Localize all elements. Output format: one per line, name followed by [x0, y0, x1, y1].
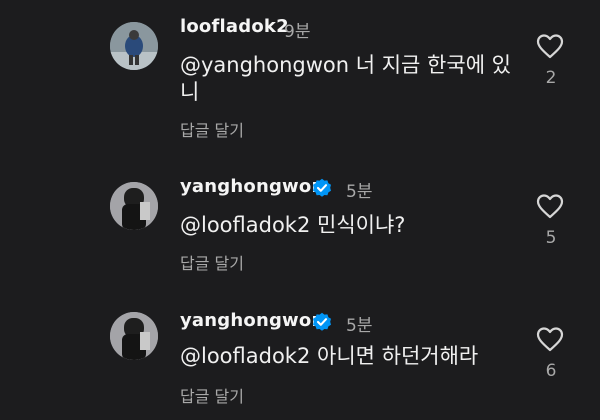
comment-time: 5분	[346, 182, 373, 202]
like-heart-icon[interactable]	[536, 193, 564, 219]
avatar-image	[110, 182, 158, 230]
comment-username[interactable]: yanghongwon	[180, 176, 324, 197]
like-count: 6	[545, 361, 557, 381]
verified-badge-icon	[313, 178, 331, 197]
comment-username[interactable]: yanghongwon	[180, 310, 324, 331]
reply-button[interactable]: 답글 달기	[180, 383, 244, 407]
comment-username[interactable]: loofladok2	[180, 16, 289, 37]
avatar-image	[110, 312, 158, 360]
reply-button[interactable]: 답글 달기	[180, 250, 244, 274]
like-count: 2	[545, 68, 557, 88]
reply-button[interactable]: 답글 달기	[180, 117, 244, 141]
comment-time: 5분	[346, 316, 373, 336]
verified-badge-icon	[313, 312, 331, 331]
comment-text: @loofladok2 민식이냐?	[180, 213, 406, 237]
avatar-image	[110, 22, 158, 70]
comment-time: 9분	[284, 22, 311, 42]
like-heart-icon[interactable]	[536, 326, 564, 352]
avatar[interactable]	[110, 182, 158, 230]
like-heart-icon[interactable]	[536, 33, 564, 59]
comment-text: @yanghongwon 너 지금 한국에 있니	[180, 53, 512, 104]
like-count: 5	[545, 228, 557, 248]
comment-text: @loofladok2 아니면 하던거해라	[180, 344, 479, 368]
avatar[interactable]	[110, 22, 158, 70]
avatar[interactable]	[110, 312, 158, 360]
